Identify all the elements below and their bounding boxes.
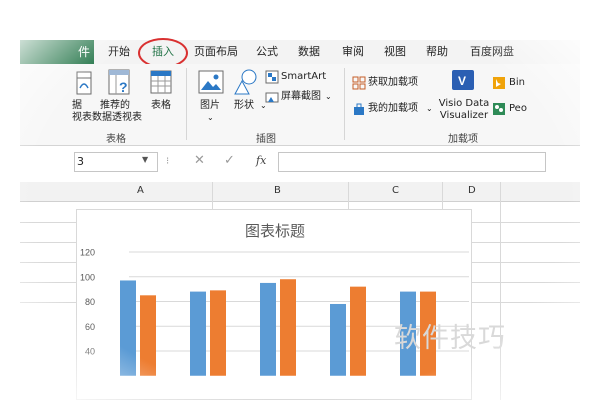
enter-icon[interactable]: ✓ [224,153,235,168]
shapes-icon[interactable] [232,68,260,96]
bar-series-1-4[interactable] [330,303,346,376]
cancel-icon[interactable]: ✕ [194,153,205,168]
bar-series-2-3[interactable] [280,279,296,376]
y-tick-label: 100 [80,272,95,282]
svg-text:?: ? [119,79,128,95]
tab-formulas[interactable]: 公式 [256,40,278,64]
smartart-label[interactable]: SmartArt [281,71,326,83]
people-graph-label[interactable]: Peo [509,103,527,115]
tab-file[interactable]: 件 [20,40,94,64]
group-illustrations-label: 插图 [256,134,276,145]
bing-label[interactable]: Bin [509,77,525,89]
tab-data[interactable]: 数据 [298,40,320,64]
bing-icon[interactable] [492,76,506,90]
recommended-pivot-label-2[interactable]: 数据透视表 [92,112,142,124]
bar-series-1-2[interactable] [190,291,206,376]
pivot-table-icon [76,71,92,95]
get-addins-icon[interactable] [352,76,366,90]
chart-area[interactable]: 图表标题 40 60 80 100 120 [76,209,472,400]
chart-plot[interactable]: 40 60 80 100 120 [77,210,473,400]
bar-series-1-1[interactable] [120,280,136,376]
table-icon[interactable] [150,70,172,94]
tab-review[interactable]: 审阅 [342,40,364,64]
group-tables-label: 表格 [106,134,126,145]
watermark: 软件技巧 [394,323,506,354]
excel-window: 件 开始 插入 页面布局 公式 数据 审阅 视图 帮助 百度网盘 据 视表 ? … [0,0,600,400]
name-box-dropdown-icon[interactable]: ▼ [142,155,148,164]
y-tick-label: 120 [80,248,95,258]
table-label[interactable]: 表格 [151,100,171,112]
pictures-label[interactable]: 图片 [200,100,220,112]
column-header-b[interactable]: B [274,185,281,196]
formula-bar-grip: ⁝ [166,156,170,167]
my-addins-icon[interactable] [352,102,366,116]
gridline [500,182,501,400]
screenshot-icon[interactable] [265,90,279,104]
get-addins-label[interactable]: 获取加载项 [368,77,418,89]
insert-function-button[interactable]: fx [256,154,266,167]
visio-icon[interactable]: V [450,68,476,92]
formula-bar: 3 ▼ ⁝ ✕ ✓ fx [20,150,580,176]
smartart-icon[interactable] [265,70,279,84]
my-addins-dropdown-icon[interactable]: ⌄ [426,103,433,115]
ribbon-tab-bar: 件 开始 插入 页面布局 公式 数据 审阅 视图 帮助 百度网盘 [20,40,580,64]
tab-page-layout[interactable]: 页面布局 [194,40,238,64]
visio-label-2[interactable]: Visualizer [438,110,490,122]
bar-series-1-3[interactable] [260,282,276,376]
recommended-pivot-icon[interactable]: ? [107,68,133,96]
tab-help[interactable]: 帮助 [426,40,448,64]
my-addins-label[interactable]: 我的加载项 [368,103,418,115]
column-headers: A B C D [20,182,580,202]
screenshot-label[interactable]: 屏幕截图 [281,91,321,103]
tab-baidu-netdisk[interactable]: 百度网盘 [470,40,514,64]
group-separator [186,68,187,140]
bar-series-2-2[interactable] [210,290,226,376]
shapes-label[interactable]: 形状 [234,100,254,112]
y-tick-label: 40 [85,347,95,357]
column-header-c[interactable]: C [392,185,399,196]
pivot-table-label-2[interactable]: 视表 [72,112,92,124]
pictures-icon[interactable] [198,70,224,94]
column-header-a[interactable]: A [137,185,144,196]
y-tick-label: 80 [85,297,95,307]
bar-series-2-4[interactable] [350,286,366,376]
name-box-value: 3 [77,155,84,168]
recommended-pivot-label-1[interactable]: 推荐的 [100,100,130,112]
formula-input[interactable] [278,152,546,172]
ribbon-insert: 据 视表 ? 推荐的 数据透视表 表格 表格 图片 ⌄ 形状 ⌄ SmartAr… [20,64,580,146]
bar-series-2-1[interactable] [140,295,156,376]
pictures-dropdown-icon[interactable]: ⌄ [207,112,214,124]
pivot-table-label-1[interactable]: 据 [72,100,82,112]
visio-label-1[interactable]: Visio Data [438,98,490,110]
tab-view[interactable]: 视图 [384,40,406,64]
screenshot-dropdown-icon[interactable]: ⌄ [325,91,332,103]
tab-home[interactable]: 开始 [108,40,130,64]
y-tick-label: 60 [85,322,95,332]
group-addins-label: 加载项 [448,134,478,145]
people-graph-icon[interactable] [492,102,506,116]
group-separator [344,68,345,140]
svg-text:V: V [458,74,466,88]
column-header-d[interactable]: D [468,185,476,196]
